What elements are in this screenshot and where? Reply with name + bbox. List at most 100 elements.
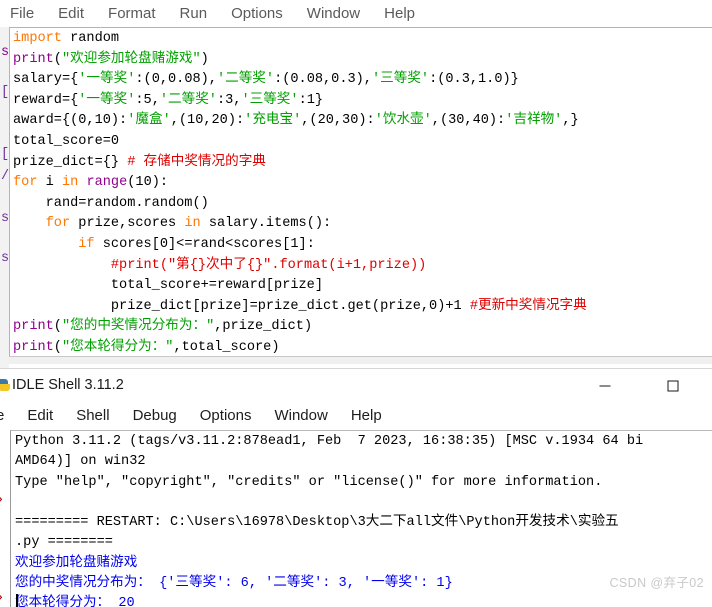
shell-menu-help[interactable]: Help (351, 402, 382, 430)
code-token: '二等奖' (159, 92, 217, 108)
code-token: range (86, 175, 128, 191)
code-token: :(0.3,1.0)} (429, 72, 519, 88)
shell-body: ›› Python 3.11.2 (tags/v3.11.2:878ead1, … (0, 430, 712, 607)
shell-menu-window[interactable]: Window (274, 402, 327, 430)
editor-menu-run[interactable]: Run (180, 0, 208, 27)
code-token: random (70, 31, 120, 46)
code-token: ) (200, 51, 209, 67)
code-token: ( (53, 51, 62, 67)
code-token: "欢迎参加轮盘赌游戏" (61, 51, 201, 67)
code-token: ,(10,20): (170, 113, 245, 129)
shell-prompt-marker: › (0, 492, 4, 508)
code-token: print (13, 339, 54, 355)
shell-menu-edit[interactable]: Edit (27, 402, 53, 430)
code-token: (10): (127, 175, 169, 191)
editor-menu-options[interactable]: Options (231, 0, 283, 27)
idle-shell-window: IDLE Shell 3.11.2 e Edit Shell Debug Options… (0, 368, 712, 607)
code-token: :(0,0.08), (135, 72, 217, 88)
code-token: prize_dict[prize]=prize_dict.get(prize,0… (13, 298, 470, 314)
code-token: in (184, 216, 209, 232)
code-token: prize,scores (78, 216, 185, 232)
code-line: prize_dict[prize]=prize_dict.get(prize,0… (13, 297, 712, 318)
code-token: :5, (135, 92, 160, 108)
shell-output-line: 您本轮得分为： 20 (15, 596, 135, 607)
code-token: in (61, 175, 87, 191)
shell-titlebar: IDLE Shell 3.11.2 (0, 369, 712, 402)
code-token: if (78, 236, 103, 252)
background-text-fragment: [ (1, 85, 9, 100)
code-token: ,prize_dict) (214, 319, 313, 335)
editor-menu-help[interactable]: Help (384, 0, 415, 27)
shell-menu-options[interactable]: Options (200, 402, 252, 430)
shell-output-line: Type "help", "copyright", "credits" or "… (15, 474, 603, 490)
background-window-strip: s [[/ s s (0, 27, 9, 368)
editor-text-area[interactable]: import random print("欢迎参加轮盘赌游戏") salary={'… (9, 27, 712, 364)
code-line: for prize,scores in salary.items(): (13, 214, 712, 235)
code-token: '魔盒' (127, 113, 171, 129)
code-token: total_score+=reward[prize] (13, 278, 323, 294)
code-line: for i in range(10): (13, 173, 712, 194)
minimize-button[interactable] (582, 369, 628, 402)
editor-menu-edit[interactable]: Edit (58, 0, 84, 27)
code-token: '一等奖' (78, 72, 136, 88)
shell-menu-e[interactable]: e (0, 402, 4, 430)
editor-menu-format[interactable]: Format (108, 0, 156, 27)
code-token: '一等奖' (78, 92, 136, 108)
code-line: import random (13, 29, 712, 50)
csdn-watermark: CSDN @弃子02 (609, 576, 704, 590)
maximize-button[interactable] (650, 369, 696, 402)
code-token: '二等奖' (216, 72, 275, 88)
minimize-icon (599, 385, 611, 386)
background-text-fragment: s (1, 45, 9, 60)
code-token: '三等奖' (371, 72, 430, 88)
code-token: award={(0,10): (13, 113, 128, 129)
code-token: prize_dict={} (13, 154, 128, 170)
maximize-icon (667, 380, 679, 391)
code-line: reward={'一等奖':5,'二等奖':3,'三等奖':1} (13, 91, 712, 112)
text-caret (16, 594, 18, 607)
editor-menu-window[interactable]: Window (307, 0, 360, 27)
code-token: ( (53, 339, 62, 355)
code-token: #更新中奖情况字典 (469, 298, 587, 314)
code-line: if scores[0]<=rand<scores[1]: (13, 235, 712, 256)
background-text-fragment: / (1, 169, 9, 184)
shell-output-line: AMD64)] on win32 (15, 454, 146, 470)
code-token: print (13, 319, 54, 335)
code-token: ,(30,40): (431, 113, 506, 129)
code-token: salary.items(): (208, 216, 332, 232)
code-token: salary={ (13, 72, 79, 88)
shell-output-area[interactable]: Python 3.11.2 (tags/v3.11.2:878ead1, Feb… (10, 430, 712, 607)
code-token: i (45, 175, 62, 191)
shell-output-content[interactable]: Python 3.11.2 (tags/v3.11.2:878ead1, Feb… (15, 432, 712, 607)
shell-output-line (15, 493, 712, 513)
code-line: #print("第{}次中了{}".format(i+1,prize)) (13, 256, 712, 277)
code-token: ,(20,30): (301, 113, 375, 129)
code-line: prize_dict={} # 存储中奖情况的字典 (13, 153, 712, 174)
shell-output-line: .py ======== (15, 535, 113, 551)
code-token: # 存储中奖情况的字典 (127, 154, 266, 170)
code-line: total_score=0 (13, 132, 712, 153)
code-token: import (13, 31, 71, 46)
shell-window-title: IDLE Shell 3.11.2 (12, 377, 124, 393)
editor-menubar: File Edit Format Run Options Window Help (0, 0, 712, 27)
code-line: print("欢迎参加轮盘赌游戏") (13, 50, 712, 71)
code-token: for (13, 175, 46, 191)
code-token: reward={ (13, 92, 79, 108)
shell-menu-debug[interactable]: Debug (133, 402, 177, 430)
code-token: for (45, 216, 79, 232)
editor-menu-file[interactable]: File (10, 0, 34, 27)
code-token: '三等奖' (241, 92, 299, 108)
background-text-fragment: s (1, 211, 9, 226)
code-line: rand=random.random() (13, 194, 712, 215)
shell-menu-shell[interactable]: Shell (76, 402, 109, 430)
code-token: '饮水壶' (374, 113, 432, 129)
code-token: '充电宝' (244, 113, 302, 129)
code-content[interactable]: import random print("欢迎参加轮盘赌游戏") salary={'… (13, 29, 712, 364)
code-token: '吉祥物' (505, 113, 563, 129)
editor-window: File Edit Format Run Options Window Help s[[/ s… (0, 0, 712, 368)
code-line: award={(0,10):'魔盒',(10,20):'充电宝',(20,30)… (13, 111, 712, 132)
shell-output-line: ========= RESTART: C:\Users\16978\Deskto… (15, 515, 619, 531)
code-token: :(0.08,0.3), (274, 72, 372, 88)
code-line: print("您的中奖情况分布为：",prize_dict) (13, 317, 712, 338)
